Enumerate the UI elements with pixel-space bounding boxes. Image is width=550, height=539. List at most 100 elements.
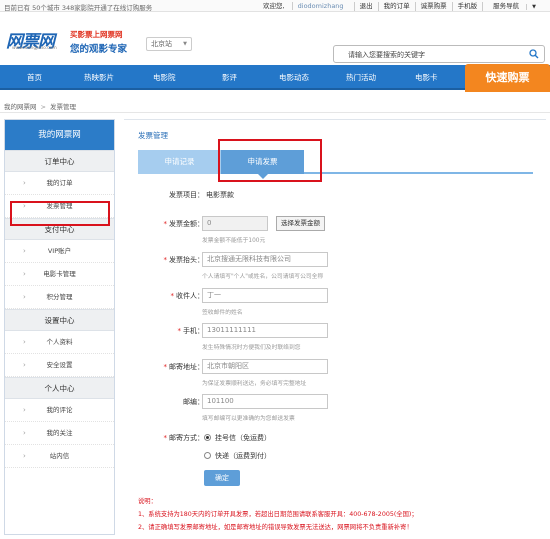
mail-option-registered[interactable]: 挂号信（免运费） [204, 433, 271, 443]
zip-label: 邮编： [183, 398, 204, 406]
page-title: 发票管理 [138, 131, 168, 140]
nav-events[interactable]: 热门活动 [346, 72, 376, 83]
invoice-title-label: * 发票抬头： [134, 255, 205, 265]
search-placeholder: 请输入您要搜索的关键字 [348, 51, 425, 59]
quick-buy-button[interactable]: 快速购票 [465, 64, 550, 92]
recipient-label-text: 收件人： [176, 292, 204, 300]
search-icon[interactable] [529, 49, 539, 59]
sidebar-item-vip[interactable]: VIP账户 [5, 240, 114, 263]
note-1: 1、系统支持为180天内的订单开具发票，若超出日期范围请联系客服开具：400-6… [138, 511, 418, 518]
invoice-title-label-text: 发票抬头： [169, 256, 204, 264]
address-field[interactable]: 北京市朝阳区 [202, 359, 328, 374]
site-header: 网票网 www.wangpiao.com 买影票上网票网 您的观影专家 北京站 … [0, 13, 550, 65]
breadcrumb: 我的网票网 > 发票管理 [4, 101, 76, 111]
sidebar-section-settings: 设置中心 [5, 309, 114, 331]
phone-label-text: 手机： [183, 327, 204, 335]
invoice-tabs: 申请记录 申请发票 [138, 150, 533, 179]
slogan-line2: 您的观影专家 [70, 44, 128, 55]
radio-selected-icon[interactable] [204, 434, 211, 441]
sidebar-item-movie-card[interactable]: 电影卡管理 [5, 263, 114, 286]
address-label-text: 邮寄地址： [169, 363, 204, 371]
sidebar-item-messages[interactable]: 站内信 [5, 445, 114, 468]
invoice-item-label: 发票项目： [169, 191, 204, 199]
breadcrumb-current: 发票管理 [49, 103, 76, 111]
invoice-title-field[interactable]: 北京搜通无限科技有限公司 [202, 252, 328, 267]
phone-label: * 手机： [134, 326, 205, 336]
city-label: 北京站 [151, 40, 172, 48]
slogan: 买影票上网票网 您的观影专家 [70, 29, 127, 55]
username-link[interactable]: diodomizhang [291, 2, 349, 10]
mail-option-express[interactable]: 快递（运费到付） [204, 451, 271, 461]
amount-label: * 发票金额： [134, 219, 205, 229]
sidebar: 我的网票网 订单中心 我的订单 发票管理 支付中心 VIP账户 电影卡管理 积分… [4, 119, 115, 535]
nav-home[interactable]: 首页 [27, 72, 42, 83]
sidebar-title[interactable]: 我的网票网 [5, 120, 114, 150]
utility-links: 欢迎您, diodomizhang 退出 我的订单 诚票购票 手机版 服务导航 … [253, 2, 546, 11]
invoice-panel: 发票管理 申请记录 申请发票 发票项目： 电影票款 * 发票金额： 0 选择发票金… [124, 119, 546, 535]
invoice-title-hint: 个人请填写"个人"或姓名，公司请填写公司全称 [202, 274, 324, 280]
address-hint: 为保证发票顺利送达，务必填写完整地址 [202, 381, 307, 387]
mail-option-registered-label: 挂号信（免运费） [215, 434, 271, 442]
notes: 说明： 1、系统支持为180天内的订单开具发票，若超出日期范围请联系客服开具：4… [138, 496, 418, 535]
phone-field[interactable]: 13011111111 [202, 323, 328, 338]
amount-label-text: 发票金额： [169, 220, 204, 228]
chevron-down-icon: ▼ [526, 4, 541, 10]
logo-url: www.wangpiao.com [12, 46, 57, 51]
slogan-line1: 买影票上网票网 [70, 30, 123, 39]
recipient-label: * 收件人： [134, 291, 205, 301]
sidebar-item-comments[interactable]: 我的评论 [5, 399, 114, 422]
mail-method-label-text: 邮寄方式： [169, 434, 204, 442]
breadcrumb-home[interactable]: 我的网票网 [4, 103, 37, 111]
chevron-down-icon: ▼ [183, 41, 187, 47]
mail-method-label: * 邮寄方式： [134, 433, 205, 443]
city-selector[interactable]: 北京站 ▼ [146, 37, 192, 51]
tickets-link[interactable]: 诚票购票 [414, 2, 452, 11]
sidebar-section-personal: 个人中心 [5, 377, 114, 399]
recipient-hint: 签收邮件的姓名 [202, 310, 243, 316]
divider [0, 112, 550, 113]
highlight-box-apply-tab [218, 139, 322, 182]
search-input[interactable]: 请输入您要搜索的关键字 [333, 45, 545, 63]
zip-hint: 填写邮编可以更准确的为您邮送发票 [202, 416, 295, 422]
nav-movie-card[interactable]: 电影卡 [415, 72, 438, 83]
sidebar-item-points[interactable]: 积分管理 [5, 286, 114, 309]
note-2: 2、请正确填写发票邮寄地址，如是邮寄地址的错误导致发票无法送达，网票网将不负责重… [138, 524, 413, 531]
nav-news[interactable]: 电影动态 [279, 72, 309, 83]
recipient-field[interactable]: 丁一 [202, 288, 328, 303]
nav-cinemas[interactable]: 电影院 [153, 72, 176, 83]
service-notice: 目前已有 50个城市 348家影院开通了在线订购服务 [4, 4, 153, 12]
highlight-box-invoice [10, 201, 110, 226]
phone-hint: 发生特殊情况时方便我们及时联络到您 [202, 345, 301, 351]
tab-records[interactable]: 申请记录 [138, 150, 221, 174]
radio-icon[interactable] [204, 452, 211, 459]
required-mark: * [177, 327, 182, 335]
logout-link[interactable]: 退出 [353, 2, 378, 11]
select-amount-button[interactable]: 选择发票金额 [276, 216, 325, 231]
required-mark: * [163, 434, 168, 442]
mobile-link[interactable]: 手机版 [451, 2, 483, 11]
invoice-item-value: 电影票款 [206, 191, 234, 199]
breadcrumb-separator: > [40, 103, 46, 111]
sidebar-item-profile[interactable]: 个人资料 [5, 331, 114, 354]
nav-movies[interactable]: 热映影片 [84, 72, 114, 83]
address-label: * 邮寄地址： [134, 362, 205, 372]
service-nav-menu[interactable]: 服务导航 ▼ [482, 2, 546, 11]
site-logo[interactable]: 网票网 www.wangpiao.com [6, 27, 66, 55]
nav-reviews[interactable]: 影评 [222, 72, 237, 83]
notes-title: 说明： [138, 498, 157, 505]
my-orders-link[interactable]: 我的订单 [377, 2, 415, 11]
amount-field[interactable]: 0 [202, 216, 268, 231]
sidebar-item-following[interactable]: 我的关注 [5, 422, 114, 445]
required-mark: * [170, 292, 175, 300]
required-mark: * [163, 363, 168, 371]
sidebar-item-my-orders[interactable]: 我的订单 [5, 172, 114, 195]
mail-option-express-label: 快递（运费到付） [215, 452, 271, 460]
confirm-button[interactable]: 确定 [204, 470, 240, 486]
sidebar-item-security[interactable]: 安全设置 [5, 354, 114, 377]
required-mark: * [163, 256, 168, 264]
greeting-text: 欢迎您, [262, 2, 285, 10]
top-bar: 目前已有 50个城市 348家影院开通了在线订购服务 欢迎您, diodomiz… [0, 0, 550, 12]
zip-field[interactable]: 101100 [202, 394, 328, 409]
sidebar-section-orders: 订单中心 [5, 150, 114, 172]
amount-hint: 发票金额不能低于100元 [202, 238, 266, 244]
